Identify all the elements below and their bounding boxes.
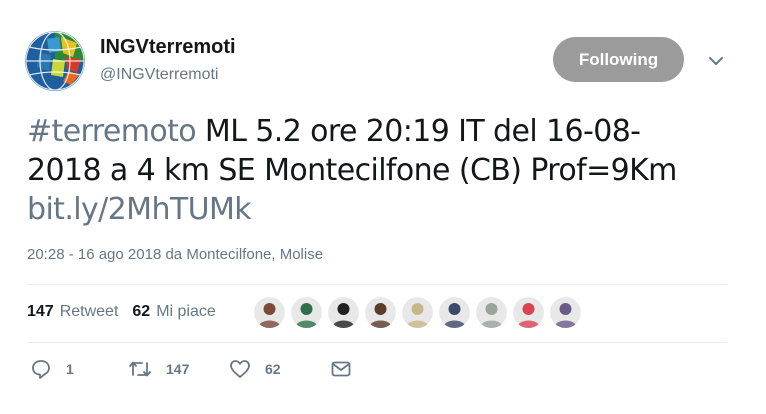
account-name[interactable]: INGVterremoti xyxy=(100,36,236,59)
retweet-button[interactable]: 147 xyxy=(128,358,189,380)
tweet-text-line2: 2018 a 4 km SE Montecilfone (CB) Prof=9K… xyxy=(27,153,677,188)
liker-avatar[interactable] xyxy=(291,297,322,328)
like-stat[interactable]: 62 Mi piace xyxy=(132,303,215,321)
reply-icon xyxy=(32,360,50,379)
short-link[interactable]: bit.ly/2MhTUMk xyxy=(27,192,252,227)
chevron-down-icon[interactable] xyxy=(707,52,725,70)
like-button[interactable]: 62 xyxy=(229,358,281,380)
liker-avatar[interactable] xyxy=(476,297,507,328)
retweet-stat[interactable]: 147 Retweet xyxy=(27,303,118,321)
liker-avatar[interactable] xyxy=(513,297,544,328)
liker-avatar[interactable] xyxy=(439,297,470,328)
tweet-text-line1: ML 5.2 ore 20:19 IT del 16-08- xyxy=(196,114,641,149)
location[interactable]: Montecilfone, Molise xyxy=(186,246,323,263)
timestamp[interactable]: 20:28 - 16 ago 2018 xyxy=(27,246,161,263)
liker-avatar[interactable] xyxy=(402,297,433,328)
following-button[interactable]: Following xyxy=(553,37,684,82)
reply-button[interactable]: 1 xyxy=(30,358,74,380)
liker-avatar[interactable] xyxy=(365,297,396,328)
heart-icon xyxy=(230,360,250,378)
tweet-text: #terremoto ML 5.2 ore 20:19 IT del 16-08… xyxy=(27,112,737,229)
reply-count: 1 xyxy=(66,361,74,377)
location-prefix: da xyxy=(161,246,187,263)
account-handle[interactable]: @INGVterremoti xyxy=(100,66,218,84)
engagement-stats: 147 Retweet 62 Mi piace xyxy=(27,303,230,321)
envelope-icon xyxy=(331,361,351,377)
direct-message-button[interactable] xyxy=(330,358,366,380)
retweet-icon xyxy=(129,361,151,377)
retweet-count: 147 xyxy=(166,361,190,377)
like-stat-label: Mi piace xyxy=(156,303,216,320)
retweet-stat-count: 147 xyxy=(27,303,54,320)
tweet-meta: 20:28 - 16 ago 2018 da Montecilfone, Mol… xyxy=(27,246,323,263)
like-stat-count: 62 xyxy=(132,303,151,320)
retweet-stat-label: Retweet xyxy=(59,303,119,320)
liker-avatar[interactable] xyxy=(328,297,359,328)
liker-avatars xyxy=(254,297,587,328)
like-count: 62 xyxy=(265,361,281,377)
avatar[interactable] xyxy=(25,31,85,91)
divider-bottom xyxy=(27,342,727,343)
liker-avatar[interactable] xyxy=(254,297,285,328)
liker-avatar[interactable] xyxy=(550,297,581,328)
divider-top xyxy=(27,284,727,285)
hashtag-link[interactable]: #terremoto xyxy=(27,114,197,149)
